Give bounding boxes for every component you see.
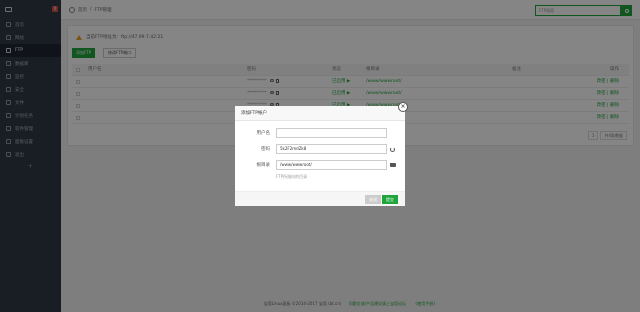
- path-label: 根目录: [256, 163, 271, 168]
- path-hint: FTP所指向的目录: [276, 174, 308, 179]
- refresh-icon[interactable]: [390, 146, 395, 152]
- submit-button[interactable]: 提交: [382, 195, 398, 204]
- close-button[interactable]: ×: [398, 102, 408, 112]
- dialog-title: 添加FTP帐户: [235, 106, 405, 121]
- path-row: 根目录 /www/wwwroot/: [235, 160, 396, 170]
- folder-icon[interactable]: [390, 163, 396, 167]
- path-field[interactable]: /www/wwwroot/: [276, 160, 387, 170]
- dialog-footer: 关闭 提交: [235, 191, 405, 206]
- password-label: 密码: [261, 147, 270, 152]
- add-ftp-dialog: 添加FTP帐户 × 用户名 密码 5k2F2mdZk8 根目录 /www/www…: [235, 102, 408, 206]
- password-field[interactable]: 5k2F2mdZk8: [276, 144, 387, 154]
- cancel-button[interactable]: 关闭: [365, 195, 381, 204]
- password-row: 密码 5k2F2mdZk8: [235, 144, 395, 154]
- username-row: 用户名: [235, 128, 387, 138]
- username-field[interactable]: [276, 128, 387, 138]
- username-label: 用户名: [256, 131, 271, 136]
